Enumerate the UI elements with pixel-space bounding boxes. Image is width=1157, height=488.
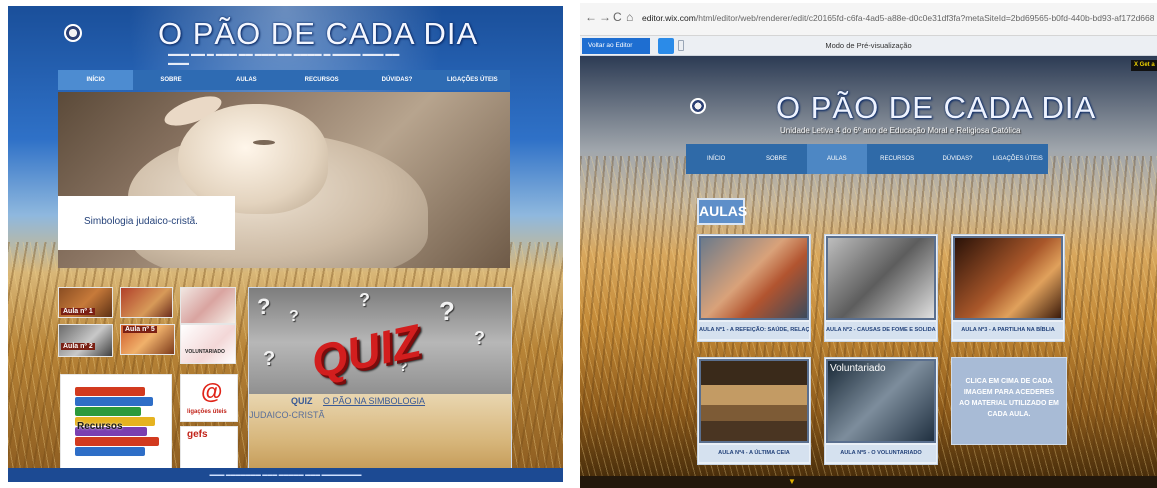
aula-3-image [953,236,1063,320]
site-title: O PÃO DE CADA DIA [776,90,1097,125]
nav-inicio[interactable]: INÍCIO [686,144,746,174]
tile-label: VOLUNTARIADO [185,349,225,355]
forward-arrow-icon[interactable]: → [599,10,611,24]
back-arrow-icon[interactable]: ← [585,10,597,24]
tile-aula-1[interactable]: Aula nº 1 [58,287,113,318]
tile-label: ligações úteis [187,409,227,415]
aula-4-image [699,359,809,443]
site-footer: ▼ [580,476,1157,488]
tile-recursos[interactable]: Recursos [60,374,172,470]
tile-aula-2-image[interactable] [120,287,173,318]
mobile-view-icon[interactable] [678,40,684,51]
aula-5-image: Voluntariado [826,359,936,443]
gefs-logo: gefs [187,429,208,440]
tile-label: Aula nº 5 [123,326,157,333]
quiz-caption[interactable]: O PÃO NA SIMBOLOGIA [323,396,425,406]
quiz-link[interactable]: QUIZ [291,396,313,406]
right-editor-screenshot: ← → C ⌂ editor.wix.com/html/editor/web/r… [580,3,1157,488]
tile-voluntariado[interactable]: VOLUNTARIADO [180,324,236,364]
site-logo-icon[interactable] [690,98,706,114]
tile-aula-2[interactable]: Aula nº 2 [58,324,113,357]
quiz-word: QUIZ [306,314,426,388]
quiz-caption-2: JUDAICO-CRISTÃ [249,410,325,420]
nav-ligacoes[interactable]: LIGAÇÕES ÚTEIS [435,70,510,90]
site-subtitle: ▬▬▬ ▬▬ ▬ ▬▬▬ ▬▬ ▬▬▬ ▬▬ ▬▬▬▬ ▬ ▬▬▬▬ ▬▬▬ ▬… [168,51,400,67]
nav-recursos[interactable]: RECURSOS [867,144,927,174]
main-nav: INÍCIO SOBRE AULAS RECURSOS DÚVIDAS? LIG… [686,144,1048,174]
footer-logo-icon: ▼ [788,477,796,486]
aula-4-caption: AULA Nº4 - A ÚLTIMA CEIA [699,445,809,462]
main-nav: INÍCIO SOBRE AULAS RECURSOS DÚVIDAS? LIG… [58,70,510,90]
nav-aulas[interactable]: AULAS [209,70,284,90]
site-preview: X Get a O PÃO DE CADA DIA Unidade Letiva… [580,56,1157,488]
aula-card-2[interactable]: AULA Nº2 - CAUSAS DE FOME E SOLIDARIEDAD… [824,234,938,342]
aula-2-caption: AULA Nº2 - CAUSAS DE FOME E SOLIDARIEDAD… [826,322,936,339]
aula-3-caption: AULA Nº3 - A PARTILHA NA BÍBLIA [953,322,1063,339]
tile-label: Recursos [77,421,123,432]
instructions-box: CLICA EM CIMA DE CADA IMAGEM PARA ACEDER… [951,357,1067,445]
aula-card-3[interactable]: AULA Nº3 - A PARTILHA NA BÍBLIA [951,234,1065,342]
aula-card-5[interactable]: Voluntariado AULA Nº5 - O VOLUNTARIADO [824,357,938,465]
aula-card-1[interactable]: AULA Nº1 - A REFEIÇÃO: SAÚDE, RELAÇÃO E … [697,234,811,342]
aula-1-caption: AULA Nº1 - A REFEIÇÃO: SAÚDE, RELAÇÃO E … [699,322,809,339]
nav-sobre[interactable]: SOBRE [746,144,806,174]
url-path: /html/editor/web/renderer/edit/c20165fd-… [695,13,1154,23]
nav-aulas[interactable]: AULAS [806,144,867,174]
left-site-screenshot: O PÃO DE CADA DIA ▬▬▬ ▬▬ ▬ ▬▬▬ ▬▬ ▬▬▬ ▬▬… [8,6,563,482]
aula-card-4[interactable]: AULA Nº4 - A ÚLTIMA CEIA [697,357,811,465]
nav-sobre[interactable]: SOBRE [133,70,208,90]
tile-gefs[interactable]: gefs [180,426,238,470]
tile-aula-5[interactable]: Aula nº 5 [120,324,175,355]
tile-label: Aula nº 1 [61,308,95,315]
browser-toolbar: ← → C ⌂ editor.wix.com/html/editor/web/r… [580,3,1157,36]
voluntariado-overlay: Voluntariado [830,363,886,374]
url-domain: editor.wix.com [642,13,696,23]
nav-ligacoes[interactable]: LIGAÇÕES ÚTEIS [988,144,1048,174]
back-to-editor-button[interactable]: Voltar ao Editor [582,38,650,54]
aula-2-image [826,236,936,320]
tile-ligacoes-uteis[interactable]: @ ligações úteis [180,374,238,422]
site-subtitle: Unidade Letiva 4 do 6º ano de Educação M… [780,126,1021,135]
sheep-eye [253,140,275,145]
site-footer: ▬▬▬ ▬▬▬▬▬▬▬ ▬▬▬ ▬▬▬▬▬ ▬▬▬ ▬▬▬▬▬▬▬▬ [8,468,563,482]
get-app-banner[interactable]: X Get a [1131,60,1157,71]
home-icon[interactable]: ⌂ [626,10,633,24]
nav-duvidas[interactable]: DÚVIDAS? [927,144,987,174]
aula-1-image [699,236,809,320]
desktop-view-icon[interactable] [658,38,674,54]
tile-aula-3[interactable] [180,287,236,324]
nav-recursos[interactable]: RECURSOS [284,70,359,90]
reload-icon[interactable]: C [613,10,622,24]
quiz-tile[interactable]: ? ? ? ? ? ? ? QUIZ QUIZ O PÃO NA SIMBOLO… [248,287,512,471]
hero-caption: Simbologia judaico-cristã. [58,196,235,250]
tile-label: Aula nº 2 [61,343,95,350]
nav-duvidas[interactable]: DÚVIDAS? [359,70,434,90]
at-icon: @ [201,379,223,404]
section-heading: AULAS [697,198,747,225]
aula-5-caption: AULA Nº5 - O VOLUNTARIADO [826,445,936,462]
site-logo-icon[interactable] [64,24,82,42]
nav-inicio[interactable]: INÍCIO [58,70,134,90]
wix-preview-bar: Modo de Pré-visualização Voltar ao Edito… [580,36,1157,56]
address-bar[interactable]: editor.wix.com/html/editor/web/renderer/… [642,10,1154,26]
site-title: O PÃO DE CADA DIA [158,16,479,51]
hero-slideshow[interactable]: Simbologia judaico-cristã. [58,92,510,268]
